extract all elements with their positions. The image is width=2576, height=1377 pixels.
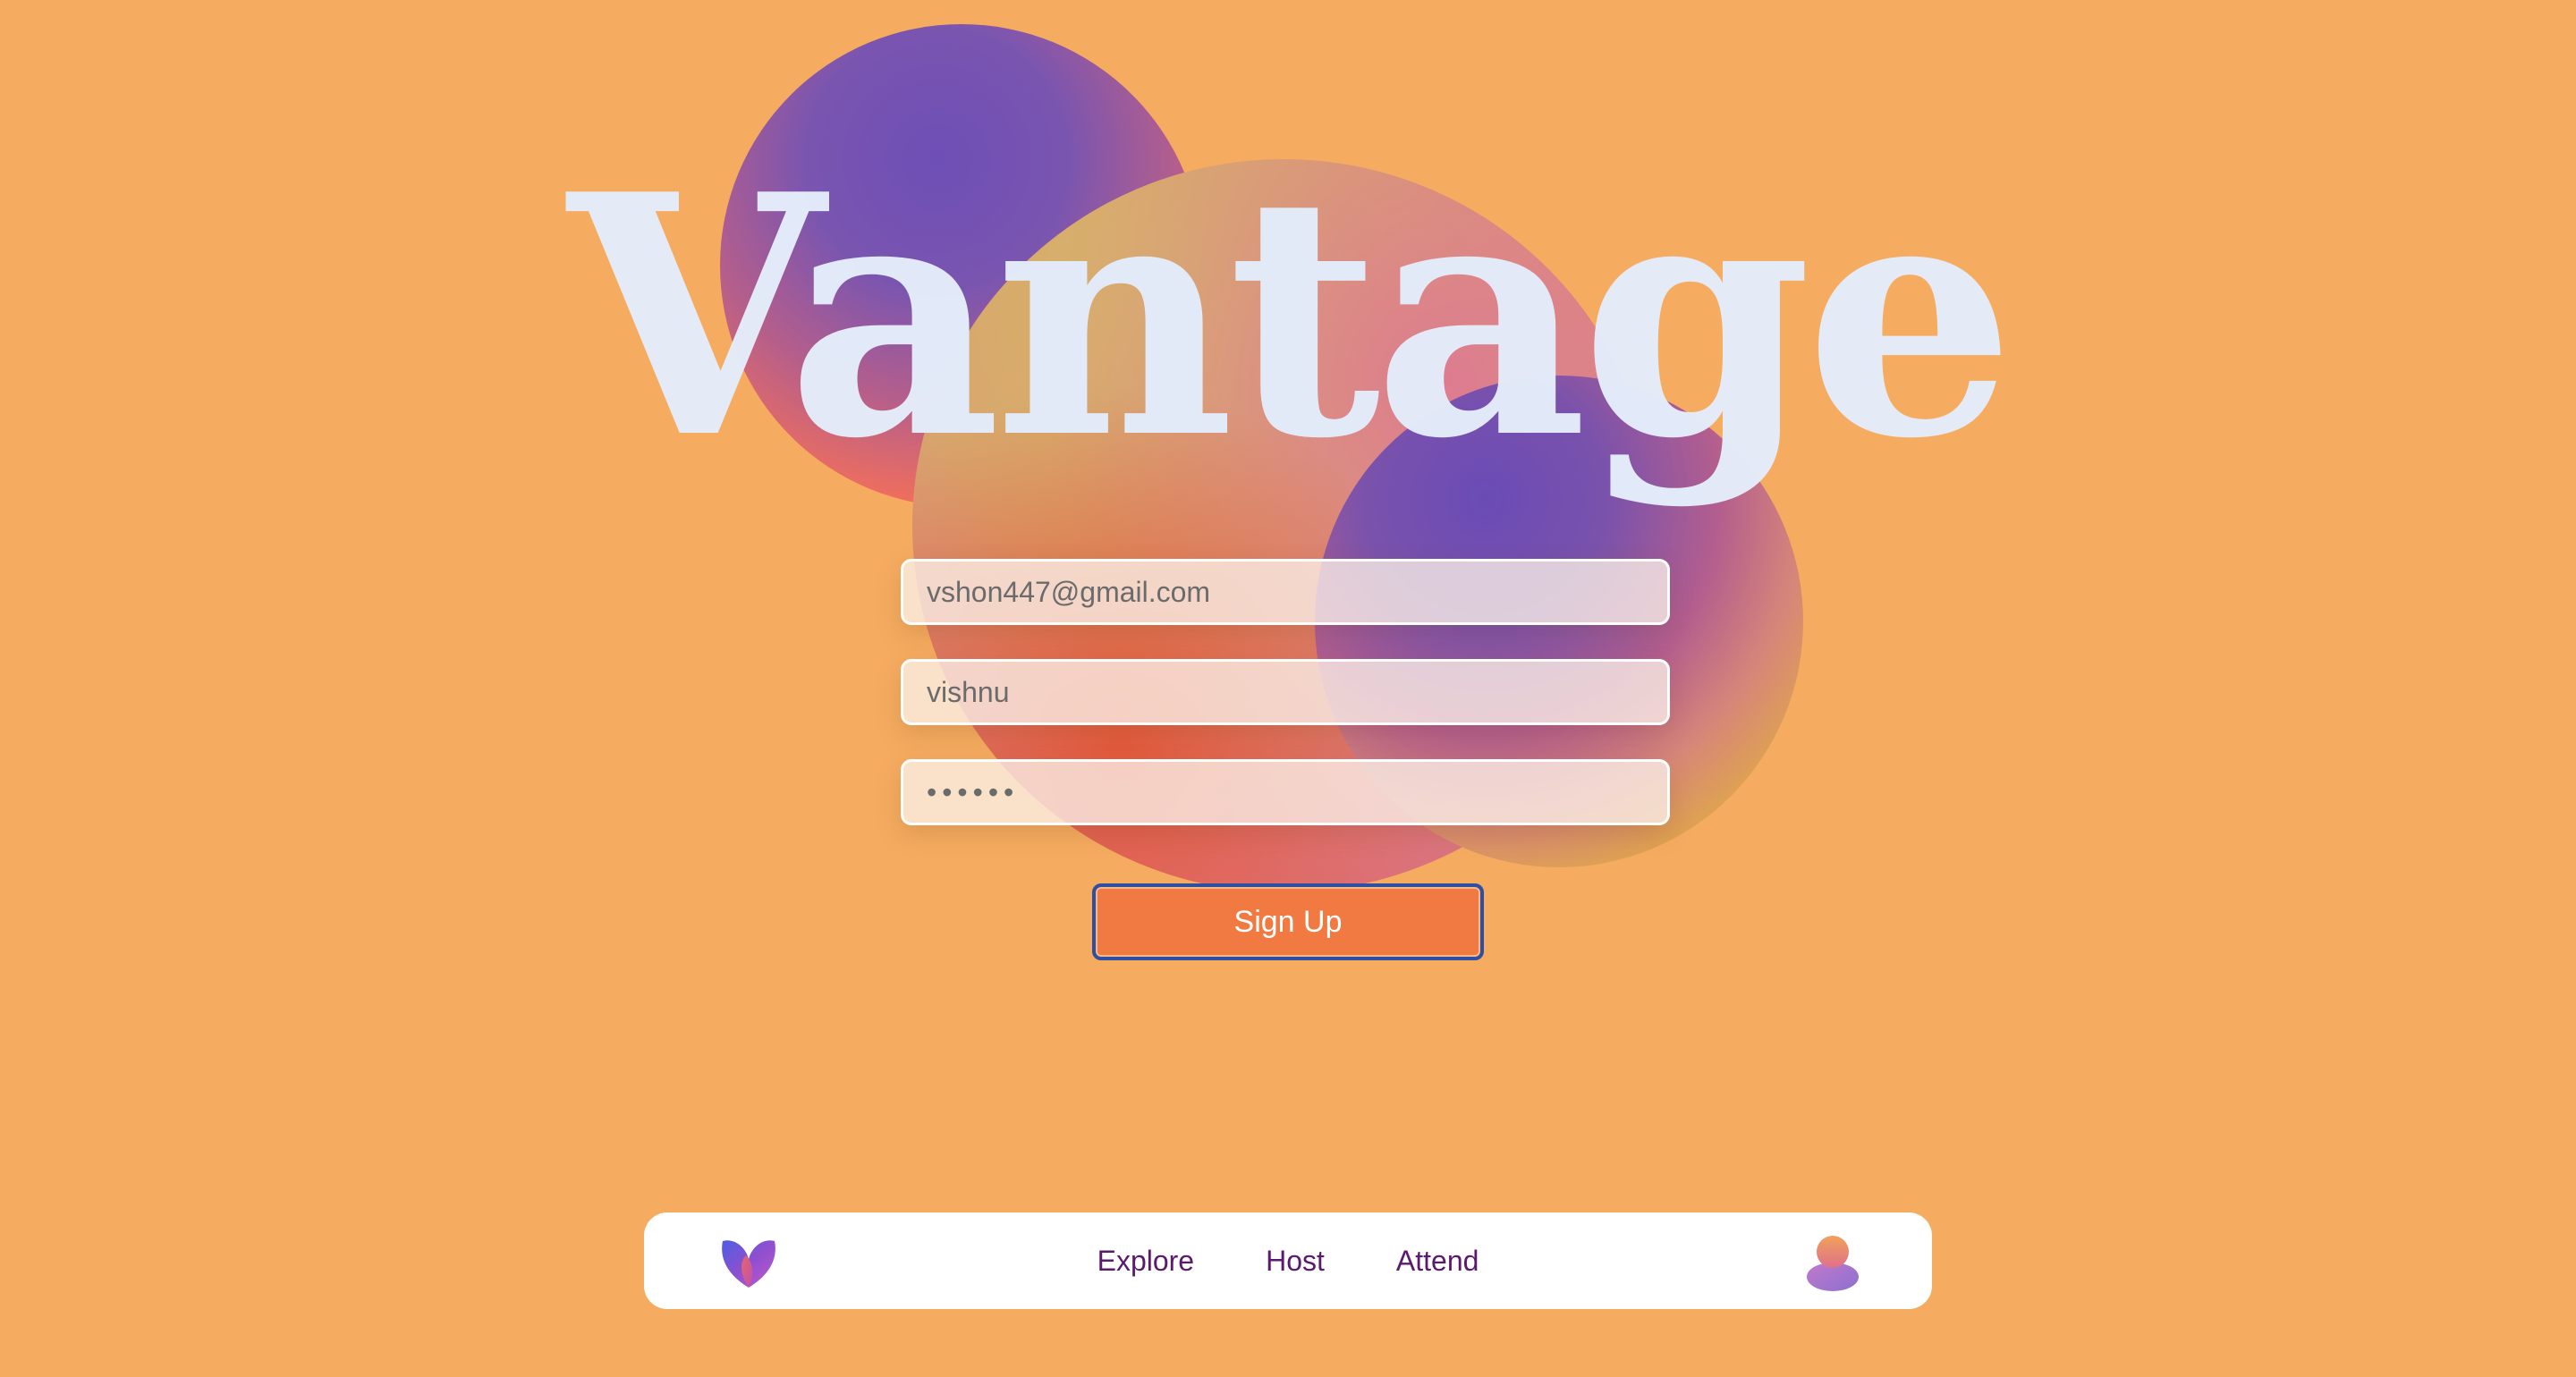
password-field[interactable]: •••••• bbox=[901, 759, 1670, 825]
username-value: vishnu bbox=[927, 675, 1010, 708]
signup-page: Vantage vshon447@gmail.com vishnu ••••••… bbox=[0, 0, 2576, 1377]
user-avatar-icon[interactable] bbox=[1805, 1232, 1860, 1291]
email-value: vshon447@gmail.com bbox=[927, 575, 1211, 608]
bottom-nav-bar: Explore Host Attend bbox=[644, 1212, 1932, 1309]
username-field[interactable]: vishnu bbox=[901, 659, 1670, 725]
password-value: •••••• bbox=[927, 775, 1020, 808]
sign-up-button[interactable]: Sign Up bbox=[1092, 883, 1484, 960]
nav-link-host[interactable]: Host bbox=[1266, 1245, 1325, 1278]
nav-link-attend[interactable]: Attend bbox=[1396, 1245, 1479, 1278]
nav-link-explore[interactable]: Explore bbox=[1097, 1245, 1195, 1278]
email-field[interactable]: vshon447@gmail.com bbox=[901, 559, 1670, 625]
user-avatar-svg bbox=[1807, 1236, 1859, 1291]
app-title: Vantage bbox=[567, 123, 2016, 511]
nav-links: Explore Host Attend bbox=[644, 1212, 1932, 1309]
